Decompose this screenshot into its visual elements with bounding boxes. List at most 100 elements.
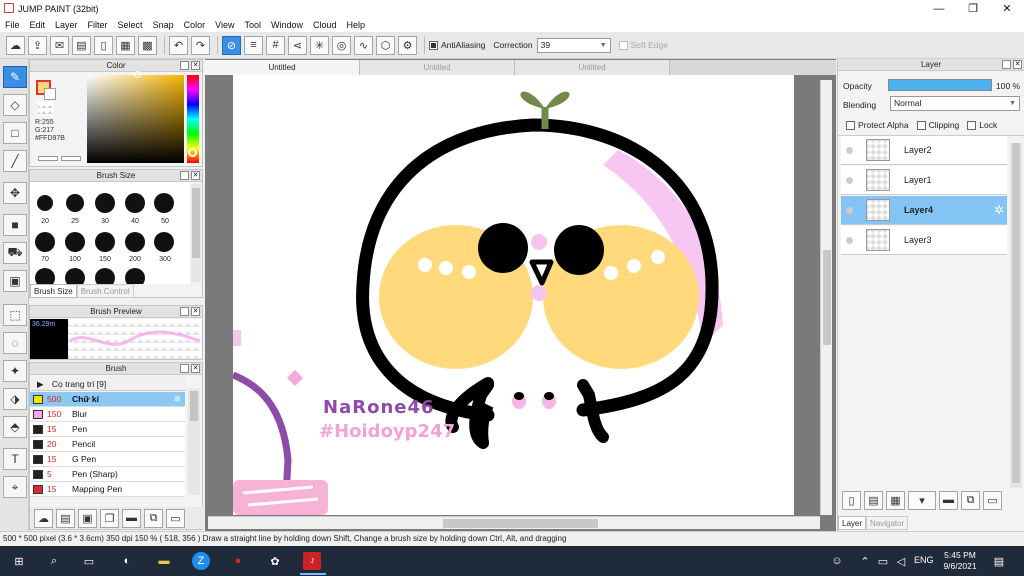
size-dot-200[interactable] <box>125 232 145 252</box>
layer-copy-icon[interactable]: ▦ <box>886 490 905 510</box>
comment-icon[interactable]: ✉ <box>50 35 69 55</box>
size-dot[interactable] <box>65 268 85 284</box>
menu-snap[interactable]: Snap <box>148 20 179 30</box>
close-button[interactable]: ✕ <box>990 0 1024 17</box>
clipping-checkbox[interactable] <box>916 120 926 130</box>
bucket-tool-icon[interactable]: ⛟ <box>3 242 27 264</box>
layer-list-scrollbar[interactable] <box>1010 143 1022 488</box>
eraser-tool-icon[interactable]: ◇ <box>3 94 27 116</box>
cloud-sync-icon[interactable]: ☁ <box>6 35 25 55</box>
menu-filter[interactable]: Filter <box>83 20 113 30</box>
brush-folder-icon[interactable]: ▬ <box>122 508 141 528</box>
menu-cloud[interactable]: Cloud <box>308 20 342 30</box>
lasso-tool-icon[interactable]: ◌ <box>3 332 27 354</box>
menu-edit[interactable]: Edit <box>25 20 51 30</box>
saturation-value-picker[interactable] <box>87 75 184 163</box>
canvas-vertical-scrollbar[interactable] <box>820 80 832 515</box>
color-mini-button[interactable] <box>61 156 81 161</box>
tab-document-1[interactable]: Untitled <box>205 60 360 75</box>
brush-copy-icon[interactable]: ❐ <box>100 508 119 528</box>
scrollbar-thumb[interactable] <box>443 519 598 528</box>
tab-navigator[interactable]: Navigator <box>866 516 909 530</box>
note-icon[interactable]: ▤ <box>72 35 91 55</box>
softedge-checkbox[interactable] <box>618 40 628 50</box>
redo-icon[interactable]: ↷ <box>191 35 210 55</box>
clock[interactable]: 5:45 PM 9/6/2021 <box>940 550 980 572</box>
edge-browser-icon[interactable]: ◐ <box>118 552 136 570</box>
rectangle-tool-icon[interactable]: □ <box>3 122 27 144</box>
scrollbar-thumb[interactable] <box>1012 143 1020 483</box>
start-icon[interactable]: ⊞ <box>10 552 28 570</box>
people-icon[interactable]: ☺ <box>828 552 846 570</box>
float-icon[interactable] <box>1002 60 1011 69</box>
float-icon[interactable] <box>180 364 189 373</box>
notification-icon[interactable]: ▤ <box>990 552 1008 570</box>
visibility-icon[interactable] <box>846 237 853 244</box>
document-icon[interactable]: ▦ <box>116 35 135 55</box>
close-icon[interactable]: ✕ <box>1013 60 1022 69</box>
volume-icon[interactable]: ◁ <box>892 552 910 570</box>
tab-document-2[interactable]: Untitled <box>360 60 515 75</box>
menu-file[interactable]: File <box>0 20 25 30</box>
size-dot-300[interactable] <box>154 232 174 252</box>
snap-cross-icon[interactable]: # <box>266 35 285 55</box>
size-dot[interactable] <box>125 268 145 284</box>
brush-item[interactable]: 15 Pen <box>30 422 185 437</box>
float-icon[interactable] <box>180 61 189 70</box>
move-tool-icon[interactable]: ✥ <box>3 182 27 204</box>
snap-curve-icon[interactable]: ∿ <box>354 35 373 55</box>
search-icon[interactable]: ⌕ <box>45 552 63 570</box>
brush-duplicate-icon[interactable]: ⧉ <box>144 508 163 528</box>
brush-tool-icon[interactable]: ✎ <box>3 66 27 88</box>
menu-tool[interactable]: Tool <box>239 20 266 30</box>
visibility-icon[interactable] <box>846 177 853 184</box>
brush-item[interactable]: 500 Chữ kí ✲ <box>30 392 185 407</box>
maximize-button[interactable]: ❐ <box>956 0 990 17</box>
size-dot-100[interactable] <box>65 232 85 252</box>
lock-checkbox[interactable] <box>967 120 977 130</box>
layer-row[interactable]: Layer4 ✲ <box>841 196 1007 225</box>
scrollbar-thumb[interactable] <box>823 250 831 345</box>
snap-polygon-icon[interactable]: ⬡ <box>376 35 395 55</box>
size-dot-150[interactable] <box>95 232 115 252</box>
magic-wand-icon[interactable]: ✦ <box>3 360 27 382</box>
size-dot[interactable] <box>35 268 55 284</box>
menu-window[interactable]: Window <box>266 20 308 30</box>
tab-layer[interactable]: Layer <box>838 516 867 530</box>
brush-list-scrollbar[interactable] <box>188 389 200 495</box>
snap-radial-icon[interactable]: ✳ <box>310 35 329 55</box>
size-dot-50[interactable] <box>154 193 174 213</box>
gradient-tool-icon[interactable]: ▣ <box>3 270 27 292</box>
snap-parallel-icon[interactable]: ≡ <box>244 35 263 55</box>
brush-size-scrollbar[interactable] <box>191 184 201 282</box>
gear-icon[interactable]: ✲ <box>994 203 1004 217</box>
page-icon[interactable]: ▯ <box>94 35 113 55</box>
visibility-icon[interactable] <box>846 147 853 154</box>
size-dot-20[interactable] <box>37 195 53 211</box>
select-pen-icon[interactable]: ⬗ <box>3 388 27 410</box>
brush-item[interactable]: 150 Blur <box>30 407 185 422</box>
background-color-swatch[interactable] <box>44 88 56 100</box>
tray-chevron-icon[interactable]: ⌃ <box>856 552 874 570</box>
layer-folder-icon[interactable]: ▬ <box>939 490 958 510</box>
language-indicator[interactable]: ENG <box>914 555 934 565</box>
size-dot[interactable] <box>95 268 115 284</box>
eyedropper-tool-icon[interactable]: ⌖ <box>3 476 27 498</box>
menu-view[interactable]: View <box>210 20 239 30</box>
tab-document-3[interactable]: Untitled <box>515 60 670 75</box>
snap-vanishing-icon[interactable]: ⋖ <box>288 35 307 55</box>
scrollbar-thumb[interactable] <box>192 188 200 258</box>
file-explorer-icon[interactable]: ▬ <box>155 552 173 570</box>
menu-select[interactable]: Select <box>113 20 148 30</box>
scrollbar-thumb[interactable] <box>190 391 198 421</box>
menu-color[interactable]: Color <box>179 20 211 30</box>
brush-delete-icon[interactable]: ▭ <box>166 508 185 528</box>
line-tool-icon[interactable]: ╱ <box>3 150 27 172</box>
tab-brush-control[interactable]: Brush Control <box>76 284 134 298</box>
brush-item[interactable]: 5 Pen (Sharp) <box>30 467 185 482</box>
correction-dropdown[interactable]: 39 ▼ <box>536 37 611 53</box>
blending-dropdown[interactable]: Normal ▼ <box>890 96 1020 111</box>
color-mini-button[interactable] <box>38 156 58 161</box>
network-icon[interactable]: ▭ <box>874 552 892 570</box>
export-icon[interactable]: ⇪ <box>28 35 47 55</box>
